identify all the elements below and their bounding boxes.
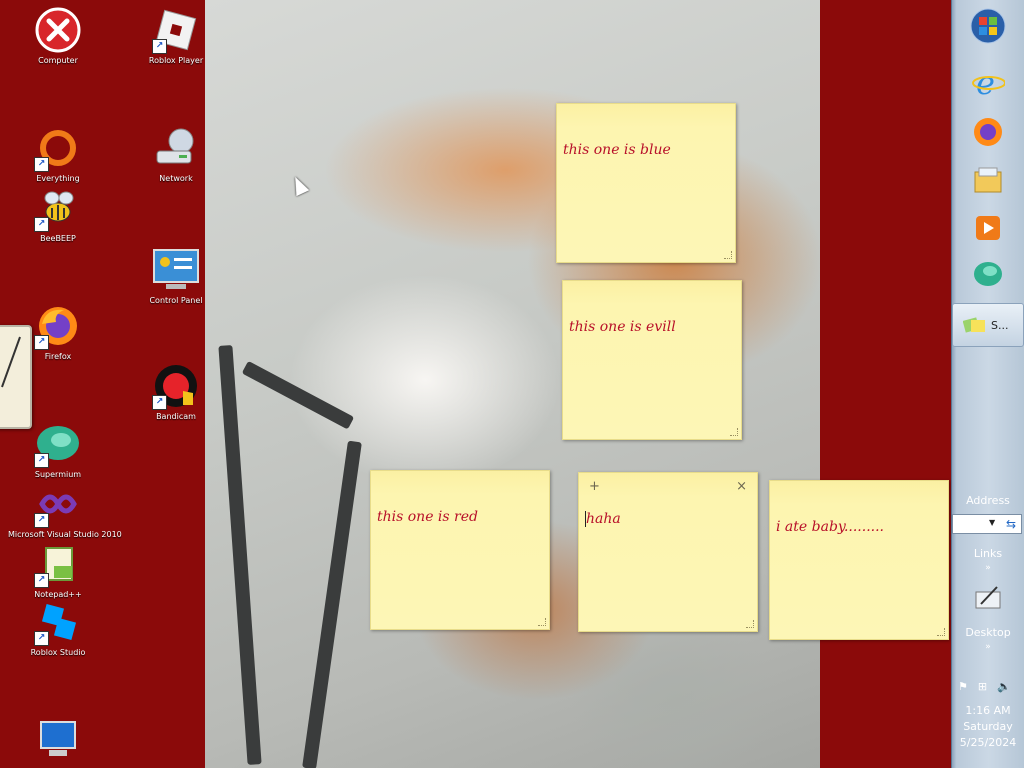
start-button[interactable] xyxy=(970,8,1006,44)
desktop-icon-beebeep[interactable]: ↗ BeeBEEP xyxy=(8,184,108,244)
shortcut-arrow-icon: ↗ xyxy=(34,513,49,528)
shortcut-arrow-icon: ↗ xyxy=(34,217,49,232)
network-tray-icon[interactable]: ⊞ xyxy=(978,680,987,693)
note-text[interactable]: this one is red xyxy=(377,509,543,525)
taskbar: e S... Address ▼ ⇆ Links » Desktop » ⚑ ⊞… xyxy=(951,0,1024,768)
taskbar-supermium[interactable] xyxy=(970,256,1006,292)
clock-day[interactable]: Saturday xyxy=(952,720,1024,733)
taskbar-snipping-tool[interactable] xyxy=(970,580,1006,616)
roblox-studio-icon: ↗ xyxy=(34,598,82,646)
system-tray: ⚑ ⊞ 🔈 xyxy=(958,680,1011,693)
wallpaper-chair-bar xyxy=(241,360,355,430)
volume-muted-icon[interactable]: 🔈 xyxy=(997,680,1011,693)
taskbar-internet-explorer[interactable]: e xyxy=(970,64,1006,100)
control-panel-icon xyxy=(152,246,200,294)
internet-explorer-icon: e xyxy=(972,65,1005,99)
shortcut-arrow-icon: ↗ xyxy=(152,39,167,54)
taskbar-sticky-notes-button[interactable]: S... xyxy=(952,303,1024,347)
note-text[interactable]: this one is evill xyxy=(569,319,735,335)
notepad-plus-icon: ↗ xyxy=(34,540,82,588)
media-player-icon xyxy=(976,216,1000,240)
windows-orb-icon xyxy=(970,8,1006,44)
shortcut-arrow-icon: ↗ xyxy=(34,631,49,646)
desktop-icon-notepad-plus[interactable]: ↗ Notepad++ xyxy=(8,540,108,600)
desktop-toolbar-label[interactable]: Desktop xyxy=(952,626,1024,639)
pen-tablet-icon xyxy=(975,586,1001,609)
taskbar-explorer[interactable] xyxy=(970,162,1006,198)
resize-grip[interactable] xyxy=(937,628,945,636)
bandicam-icon: ↗ xyxy=(152,362,200,410)
desktop-icon-network[interactable]: Network xyxy=(126,124,226,184)
supermium-icon: ↗ xyxy=(34,420,82,468)
desktop-icon-supermium[interactable]: ↗ Supermium xyxy=(8,420,108,480)
clock-time[interactable]: 1:16 AM xyxy=(952,704,1024,717)
sticky-note-3[interactable]: this one is red xyxy=(370,470,550,630)
resize-grip[interactable] xyxy=(538,618,546,626)
desktop-icon-computer[interactable]: Computer xyxy=(8,6,108,66)
desktop-icon-bandicam[interactable]: ↗ Bandicam xyxy=(126,362,226,422)
roblox-icon: ↗ xyxy=(152,6,200,54)
partial-window-edge[interactable] xyxy=(0,325,32,429)
clock-date[interactable]: 5/25/2024 xyxy=(952,736,1024,749)
pen-icon xyxy=(1,336,21,388)
computer-monitor-icon xyxy=(34,716,82,764)
red-x-icon xyxy=(34,6,82,54)
network-icon xyxy=(152,124,200,172)
firefox-icon: ↗ xyxy=(34,302,82,350)
desktop-icon-computer-monitor[interactable] xyxy=(8,716,108,766)
taskbar-firefox[interactable] xyxy=(970,114,1006,150)
shortcut-arrow-icon: ↗ xyxy=(34,335,49,350)
shortcut-arrow-icon: ↗ xyxy=(34,453,49,468)
dropdown-arrow-icon[interactable]: ▼ xyxy=(989,518,995,527)
address-input[interactable]: ▼ ⇆ xyxy=(952,514,1022,534)
address-label: Address xyxy=(966,494,1010,507)
links-chevron[interactable]: » xyxy=(952,563,1024,573)
note-title-bar[interactable]: + × xyxy=(579,473,757,499)
firefox-icon xyxy=(974,118,1002,146)
bee-icon: ↗ xyxy=(34,184,82,232)
visual-studio-icon: ↗ xyxy=(34,480,82,528)
shortcut-arrow-icon: ↗ xyxy=(34,573,49,588)
wallpaper-chair-leg-2 xyxy=(302,440,362,768)
sticky-notes-icon xyxy=(963,317,985,333)
folder-icon xyxy=(974,167,1002,193)
desktop-icon-roblox-player[interactable]: ↗ Roblox Player xyxy=(126,6,226,66)
sticky-note-2[interactable]: this one is evill xyxy=(562,280,742,440)
note-text[interactable]: this one is blue xyxy=(563,142,729,158)
close-note-button[interactable]: × xyxy=(736,479,747,494)
resize-grip[interactable] xyxy=(746,620,754,628)
desktop-icon-roblox-studio[interactable]: ↗ Roblox Studio xyxy=(8,598,108,658)
sticky-note-5[interactable]: i ate baby......... xyxy=(769,480,949,640)
go-arrow-icon[interactable]: ⇆ xyxy=(1001,515,1021,533)
shortcut-arrow-icon: ↗ xyxy=(34,157,49,172)
supermium-icon xyxy=(974,262,1002,286)
links-toolbar-label[interactable]: Links xyxy=(952,547,1024,560)
flag-icon[interactable]: ⚑ xyxy=(958,680,968,693)
desktop-icon-visual-studio[interactable]: ↗ Microsoft Visual Studio 2010 xyxy=(8,480,122,540)
svg-text:e: e xyxy=(976,65,995,99)
resize-grip[interactable] xyxy=(724,251,732,259)
desktop-icon-control-panel[interactable]: Control Panel xyxy=(126,246,226,306)
resize-grip[interactable] xyxy=(730,428,738,436)
shortcut-arrow-icon: ↗ xyxy=(152,395,167,410)
note-text[interactable]: i ate baby......... xyxy=(776,519,942,535)
note-text[interactable]: haha xyxy=(585,511,751,527)
add-note-button[interactable]: + xyxy=(589,479,600,494)
sticky-note-1[interactable]: this one is blue xyxy=(556,103,736,263)
sticky-note-active[interactable]: + × haha xyxy=(578,472,758,632)
desktop-chevron[interactable]: » xyxy=(952,642,1024,652)
desktop-icon-everything[interactable]: ↗ Everything xyxy=(8,124,108,184)
everything-icon: ↗ xyxy=(34,124,82,172)
taskbar-media-player[interactable] xyxy=(970,210,1006,246)
